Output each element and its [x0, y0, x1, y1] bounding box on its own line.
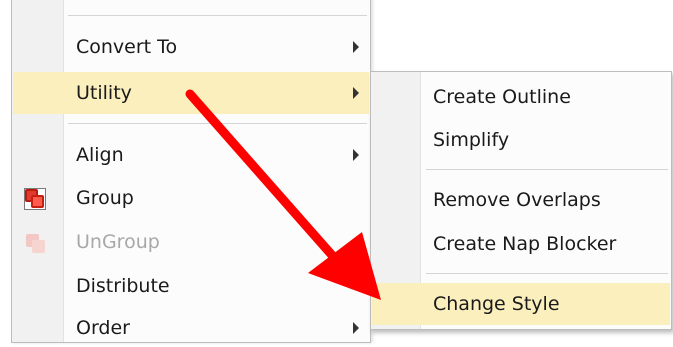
ungroup-icon-shape: [32, 240, 45, 253]
group-icon: [24, 188, 46, 210]
menu-item-label: Align: [76, 144, 124, 166]
menu-item-label: Remove Overlaps: [433, 189, 601, 211]
submenu-item-change-style[interactable]: Change Style: [372, 283, 670, 325]
menu-item-label: Utility: [76, 82, 132, 104]
menu-item-label: Create Outline: [433, 86, 571, 108]
submenu-item-create-nap-blocker[interactable]: Create Nap Blocker: [372, 223, 670, 265]
submenu-arrow-icon: [353, 87, 359, 99]
menu-item-label: Simplify: [433, 129, 510, 151]
menu-item-label: Distribute: [76, 275, 170, 297]
menu-item-utility[interactable]: Utility: [13, 72, 369, 114]
submenu-arrow-icon: [353, 149, 359, 161]
menu-item-group[interactable]: Group: [13, 177, 369, 219]
menu-item-label: Create Nap Blocker: [433, 233, 617, 255]
menu-item-distribute[interactable]: Distribute: [13, 265, 369, 307]
menu-separator: [68, 15, 367, 16]
submenu-item-remove-overlaps[interactable]: Remove Overlaps: [372, 180, 670, 220]
menu-item-align[interactable]: Align: [13, 134, 369, 176]
submenu-item-create-outline[interactable]: Create Outline: [372, 77, 670, 117]
menu-item-convert-to[interactable]: Convert To: [13, 27, 369, 67]
utility-submenu: Create Outline Simplify Remove Overlaps …: [370, 71, 672, 330]
menu-item-order[interactable]: Order: [13, 309, 369, 347]
submenu-arrow-icon: [353, 41, 359, 53]
ungroup-icon: [24, 232, 46, 254]
menu-item-label: Group: [76, 187, 134, 209]
menu-item-ungroup: UnGroup: [13, 221, 369, 263]
menu-item-label: Convert To: [76, 36, 178, 58]
menu-separator: [426, 169, 668, 170]
group-icon-shape: [31, 195, 44, 208]
menu-item-label: UnGroup: [76, 231, 160, 253]
submenu-item-simplify[interactable]: Simplify: [372, 120, 670, 160]
menu-separator: [426, 273, 668, 274]
context-menu: Convert To Utility Align Group UnGroup D…: [11, 0, 371, 343]
menu-separator: [68, 123, 367, 124]
submenu-arrow-icon: [353, 322, 359, 334]
menu-item-label: Order: [76, 317, 130, 339]
menu-item-label: Change Style: [433, 293, 560, 315]
